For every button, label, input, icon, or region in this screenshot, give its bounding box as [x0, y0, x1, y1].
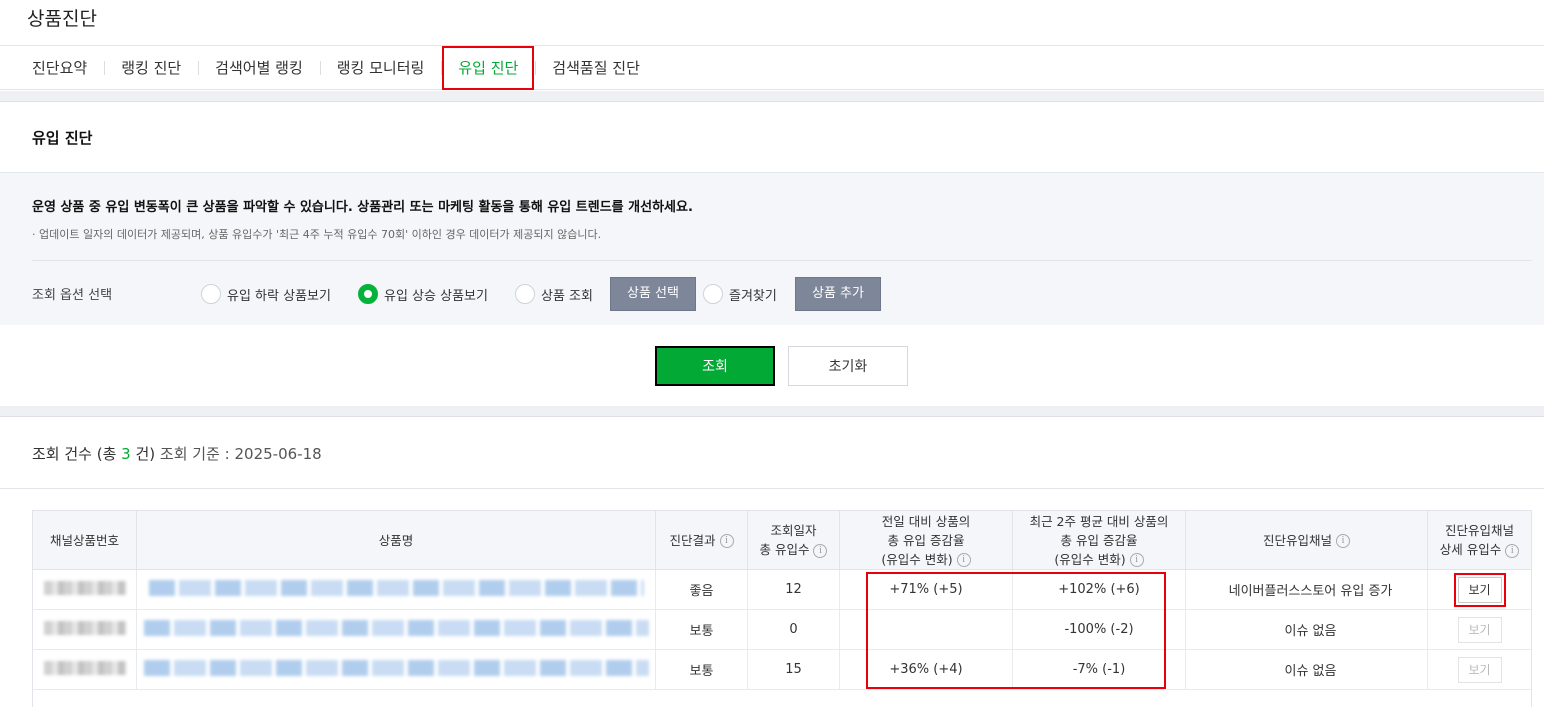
redacted-name[interactable]	[143, 619, 649, 636]
tab-traffic-diagnosis[interactable]: 유입 진단	[441, 45, 535, 90]
cell-result: 보통	[655, 649, 748, 690]
info-icon[interactable]: i	[956, 553, 971, 567]
cell-detail: 보기	[1427, 609, 1532, 650]
panel-description: 운영 상품 중 유입 변동폭이 큰 상품을 파악할 수 있습니다. 상품관리 또…	[32, 200, 693, 215]
tab-ranking-monitoring[interactable]: 랭킹 모니터링	[319, 58, 442, 78]
radio-label[interactable]: 유입 상승 상품보기	[384, 285, 488, 304]
radio-label[interactable]: 상품 조회	[541, 285, 593, 304]
cell-daily-change: +36% (+4)	[839, 649, 1013, 690]
info-icon[interactable]: i	[813, 543, 828, 558]
search-button[interactable]: 조회	[655, 346, 775, 386]
cell-detail: 보기	[1427, 569, 1532, 610]
cell-product-id	[32, 649, 137, 690]
redacted-id	[43, 660, 126, 675]
option-label: 조회 옵션 선택	[32, 288, 113, 303]
col-header-id: 채널상품번호	[32, 510, 137, 570]
cell-product-name	[136, 649, 656, 690]
count-number: 3	[121, 445, 131, 463]
product-add-button[interactable]: 상품 추가	[795, 277, 881, 311]
cell-product-id	[32, 569, 137, 610]
info-icon[interactable]: i	[1336, 534, 1350, 548]
col-header-detail: 진단유입채널 상세 유입수 i	[1427, 510, 1532, 570]
section-title: 유입 진단	[32, 129, 93, 147]
radio-button[interactable]	[515, 284, 535, 304]
view-button[interactable]: 보기	[1457, 656, 1502, 683]
result-count: 조회 건수 (총 3 건) 조회 기준 : 2025-06-18	[32, 443, 322, 464]
cell-channel: 네이버플러스스토어 유입 증가	[1185, 569, 1428, 610]
count-prefix: 조회 건수 (총	[32, 445, 122, 463]
cell-twoweek-change: -100% (-2)	[1012, 609, 1186, 650]
cell-product-id	[32, 609, 137, 650]
page-title: 상품진단	[27, 8, 97, 30]
count-suffix: 건)	[130, 445, 156, 463]
radio-button[interactable]	[703, 284, 723, 304]
radio-label[interactable]: 유입 하락 상품보기	[227, 285, 331, 304]
cell-channel: 이슈 없음	[1185, 649, 1428, 690]
cell-daily-change: +71% (+5)	[839, 569, 1013, 610]
cell-daily-change	[839, 609, 1013, 650]
section-gap	[0, 91, 1544, 102]
tab-keyword-ranking[interactable]: 검색어별 랭킹	[198, 58, 320, 78]
redacted-id	[43, 580, 126, 595]
product-select-wrap: 상품 선택	[610, 277, 696, 311]
cell-visits: 0	[747, 609, 840, 650]
radio-button-checked[interactable]	[358, 284, 378, 304]
reset-button[interactable]: 초기화	[788, 346, 908, 386]
empty-cell	[32, 689, 1532, 707]
cell-visits: 12	[747, 569, 840, 610]
info-icon[interactable]: i	[1129, 553, 1144, 567]
cell-product-name	[136, 569, 656, 610]
tab-summary[interactable]: 진단요약	[15, 58, 104, 78]
col-header-channel: 진단유입채널 i	[1185, 510, 1428, 570]
cell-channel: 이슈 없음	[1185, 609, 1428, 650]
tab-ranking[interactable]: 랭킹 진단	[104, 58, 198, 78]
table-row: 보통 0 -100% (-2) 이슈 없음 보기	[32, 609, 1532, 650]
radio-option-favorites[interactable]: 즐겨찾기	[703, 277, 777, 311]
info-icon[interactable]: i	[719, 534, 734, 548]
divider	[32, 260, 1532, 261]
basis-date: 조회 기준 : 2025-06-18	[159, 445, 322, 463]
option-panel: 운영 상품 중 유입 변동폭이 큰 상품을 파악할 수 있습니다. 상품관리 또…	[0, 173, 1544, 325]
panel-note: · 업데이트 일자의 데이터가 제공되며, 상품 유입수가 '최근 4주 누적 …	[32, 228, 602, 241]
view-button[interactable]: 보기	[1453, 572, 1506, 607]
view-button[interactable]: 보기	[1457, 616, 1502, 643]
product-select-button[interactable]: 상품 선택	[610, 277, 696, 311]
cell-result: 보통	[655, 609, 748, 650]
col-header-visits: 조회일자 총 유입수 i	[747, 510, 840, 570]
radio-label[interactable]: 즐겨찾기	[729, 285, 777, 304]
cell-visits: 15	[747, 649, 840, 690]
redacted-name[interactable]	[148, 579, 644, 596]
results-table: 채널상품번호 상품명 진단결과 i 조회일자 총 유입수 i 전일 대비 상품의 총…	[32, 510, 1532, 707]
tab-search-quality[interactable]: 검색품질 진단	[535, 58, 657, 78]
cell-result: 좋음	[655, 569, 748, 610]
tab-bar: 진단요약 랭킹 진단 검색어별 랭킹 랭킹 모니터링 유입 진단 검색품질 진단	[0, 45, 1544, 90]
col-header-daily-change: 전일 대비 상품의 총 유입 증감율 (유입수 변화) i	[839, 510, 1013, 570]
section-gap	[0, 406, 1544, 417]
redacted-name[interactable]	[143, 659, 649, 676]
cell-twoweek-change: +102% (+6)	[1012, 569, 1186, 610]
cell-twoweek-change: -7% (-1)	[1012, 649, 1186, 690]
divider	[0, 488, 1544, 489]
info-icon[interactable]: i	[1505, 543, 1520, 558]
radio-option-product[interactable]: 상품 조회	[515, 277, 593, 311]
radio-option-rise[interactable]: 유입 상승 상품보기	[358, 277, 488, 311]
radio-button[interactable]	[201, 284, 221, 304]
product-add-wrap: 상품 추가	[795, 277, 881, 311]
redacted-id	[43, 620, 126, 635]
radio-option-decline[interactable]: 유입 하락 상품보기	[201, 277, 331, 311]
table-row-empty	[32, 689, 1532, 707]
cell-product-name	[136, 609, 656, 650]
col-header-name: 상품명	[136, 510, 656, 570]
table-row: 좋음 12 +71% (+5) +102% (+6) 네이버플러스스토어 유입 …	[32, 569, 1532, 610]
cell-detail: 보기	[1427, 649, 1532, 690]
col-header-result: 진단결과 i	[655, 510, 748, 570]
table-row: 보통 15 +36% (+4) -7% (-1) 이슈 없음 보기	[32, 649, 1532, 690]
table-header-row: 채널상품번호 상품명 진단결과 i 조회일자 총 유입수 i 전일 대비 상품의 총…	[32, 510, 1532, 570]
col-header-twoweek-change: 최근 2주 평균 대비 상품의 총 유입 증감율 (유입수 변화) i	[1012, 510, 1186, 570]
